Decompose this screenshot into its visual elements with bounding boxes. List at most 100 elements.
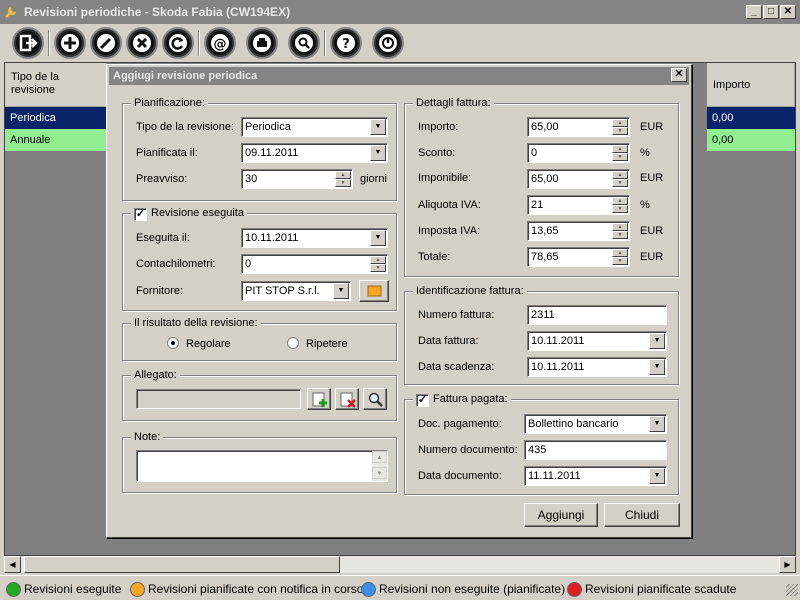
print-icon — [253, 34, 271, 52]
chevron-down-icon[interactable]: ▼ — [333, 283, 349, 299]
grid-row-importo[interactable]: 0,00 — [707, 107, 795, 129]
grid-row-tipo[interactable]: Periodica — [5, 107, 107, 129]
spinner-icon[interactable]: ▲ ▼ — [612, 145, 628, 161]
view-attachment-button[interactable] — [363, 388, 387, 410]
svg-text:?: ? — [342, 37, 350, 52]
aggiungi-button[interactable]: Aggiungi — [524, 503, 598, 527]
horizontal-scrollbar[interactable]: ◀ ▶ — [4, 556, 796, 573]
scroll-down-icon[interactable]: ▼ — [372, 467, 387, 479]
revisione-eseguita-checkbox[interactable]: ✓ — [134, 208, 147, 221]
fornitore-lookup-button[interactable] — [359, 280, 389, 302]
data-fattura-date[interactable]: 10.11.2011 ▼ — [527, 331, 667, 351]
sconto-stepper[interactable]: 0 ▲ ▼ — [527, 143, 630, 163]
aliquota-value: 21 — [531, 199, 544, 211]
totale-stepper[interactable]: 78,65 ▲ ▼ — [527, 247, 630, 267]
group-title: Pianificazione: — [131, 96, 208, 110]
sconto-label: Sconto: — [418, 147, 456, 159]
numero-documento-input[interactable]: 435 — [524, 440, 667, 460]
aliquota-stepper[interactable]: 21 ▲ ▼ — [527, 195, 630, 215]
wrench-icon — [5, 6, 17, 18]
column-header-tipo[interactable]: Tipo de la revisione — [5, 63, 107, 107]
tipo-select[interactable]: Periodica ▼ — [241, 117, 388, 137]
note-scrollbar[interactable]: ▲ ▼ — [372, 451, 387, 481]
info-button[interactable] — [372, 27, 404, 59]
grid-row-importo[interactable]: 0,00 — [707, 129, 795, 151]
group-revisione-eseguita: Revisione eseguita ✓ Eseguita il: 10.11.… — [122, 206, 397, 311]
data-documento-label: Data documento: — [418, 470, 502, 482]
chevron-down-icon[interactable]: ▼ — [370, 119, 386, 135]
data-documento-date[interactable]: 11.11.2011 ▼ — [524, 466, 667, 486]
spinner-icon[interactable]: ▲ ▼ — [612, 119, 628, 135]
help-button[interactable]: ? — [330, 27, 362, 59]
info-icon — [379, 34, 397, 52]
numero-fattura-input[interactable]: 2311 — [527, 305, 667, 325]
legend-label: Revisioni pianificate con notifica in co… — [148, 582, 364, 596]
importo-value: 65,00 — [531, 121, 559, 133]
chevron-down-icon[interactable]: ▼ — [370, 145, 386, 161]
fornitore-select[interactable]: PIT STOP S.r.l. ▼ — [241, 281, 351, 301]
scroll-left-icon[interactable]: ◀ — [4, 556, 21, 573]
imposta-stepper[interactable]: 13,65 ▲ ▼ — [527, 221, 630, 241]
dialog-close-button[interactable]: ✕ — [671, 68, 687, 82]
scroll-thumb[interactable] — [24, 556, 340, 573]
doc-pagamento-select[interactable]: Bollettino bancario ▼ — [524, 414, 667, 434]
group-title: Dettagli fattura: — [413, 96, 494, 110]
maximize-button[interactable]: □ — [763, 5, 779, 19]
chevron-down-icon[interactable]: ▼ — [649, 359, 665, 375]
sconto-value: 0 — [531, 147, 538, 159]
scroll-up-icon[interactable]: ▲ — [372, 451, 387, 463]
delete-icon — [133, 34, 151, 52]
spinner-icon[interactable]: ▲ ▼ — [612, 197, 628, 213]
data-scadenza-date[interactable]: 10.11.2011 ▼ — [527, 357, 667, 377]
spinner-icon[interactable]: ▲ ▼ — [370, 256, 386, 272]
pianificata-date[interactable]: 09.11.2011 ▼ — [241, 143, 388, 163]
imponibile-value: 65,00 — [531, 173, 559, 185]
close-window-button[interactable]: ✕ — [780, 5, 796, 19]
exit-button[interactable] — [12, 27, 44, 59]
contachilometri-stepper[interactable]: 0 ▲ ▼ — [241, 254, 388, 274]
note-textarea[interactable] — [136, 450, 388, 482]
importo-stepper[interactable]: 65,00 ▲ ▼ — [527, 117, 630, 137]
print-button[interactable] — [246, 27, 278, 59]
grid-row-tipo[interactable]: Annuale — [5, 129, 107, 151]
regolare-radio[interactable] — [167, 337, 179, 349]
help-icon: ? — [337, 34, 355, 52]
delete-button[interactable] — [126, 27, 158, 59]
group-dettagli-fattura: Dettagli fattura: Importo: 65,00 ▲ ▼ EUR S… — [404, 96, 679, 277]
add-button[interactable] — [54, 27, 86, 59]
preavviso-stepper[interactable]: 30 ▲ ▼ — [241, 169, 353, 189]
chevron-down-icon[interactable]: ▼ — [649, 333, 665, 349]
group-risultato: Il risultato della revisione: Regolare R… — [122, 316, 397, 361]
edit-icon — [97, 34, 115, 52]
resize-grip-icon[interactable] — [786, 584, 798, 596]
refresh-button[interactable] — [162, 27, 194, 59]
add-attachment-button[interactable] — [307, 388, 331, 410]
pianificata-label: Pianificata il: — [136, 147, 198, 159]
email-button[interactable]: @ — [204, 27, 236, 59]
spinner-icon[interactable]: ▲ ▼ — [612, 171, 628, 187]
imponibile-stepper[interactable]: 65,00 ▲ ▼ — [527, 169, 630, 189]
spinner-icon[interactable]: ▲ ▼ — [335, 171, 351, 187]
contachilometri-value: 0 — [245, 258, 252, 270]
minimize-button[interactable]: _ — [746, 5, 762, 19]
totale-value: 78,65 — [531, 251, 559, 263]
scroll-right-icon[interactable]: ▶ — [779, 556, 796, 573]
column-header-importo[interactable]: Importo — [707, 63, 795, 107]
chevron-down-icon[interactable]: ▼ — [370, 230, 386, 246]
ripetere-radio[interactable] — [287, 337, 299, 349]
chiudi-button[interactable]: Chiudi — [604, 503, 680, 527]
numero-documento-label: Numero documento: — [418, 444, 518, 456]
edit-button[interactable] — [90, 27, 122, 59]
fattura-pagata-checkbox[interactable]: ✓ — [416, 394, 429, 407]
eseguita-date[interactable]: 10.11.2011 ▼ — [241, 228, 388, 248]
spinner-icon[interactable]: ▲ ▼ — [612, 249, 628, 265]
allegato-input[interactable] — [136, 389, 301, 409]
search-button[interactable] — [288, 27, 320, 59]
remove-attachment-button[interactable] — [335, 388, 359, 410]
doc-pagamento-value: Bollettino bancario — [528, 418, 619, 430]
group-pianificazione: Pianificazione: Tipo de la revisione: Pe… — [122, 96, 397, 201]
spinner-icon[interactable]: ▲ ▼ — [612, 223, 628, 239]
chevron-down-icon[interactable]: ▼ — [649, 468, 665, 484]
chevron-down-icon[interactable]: ▼ — [649, 416, 665, 432]
totale-label: Totale: — [418, 251, 451, 263]
